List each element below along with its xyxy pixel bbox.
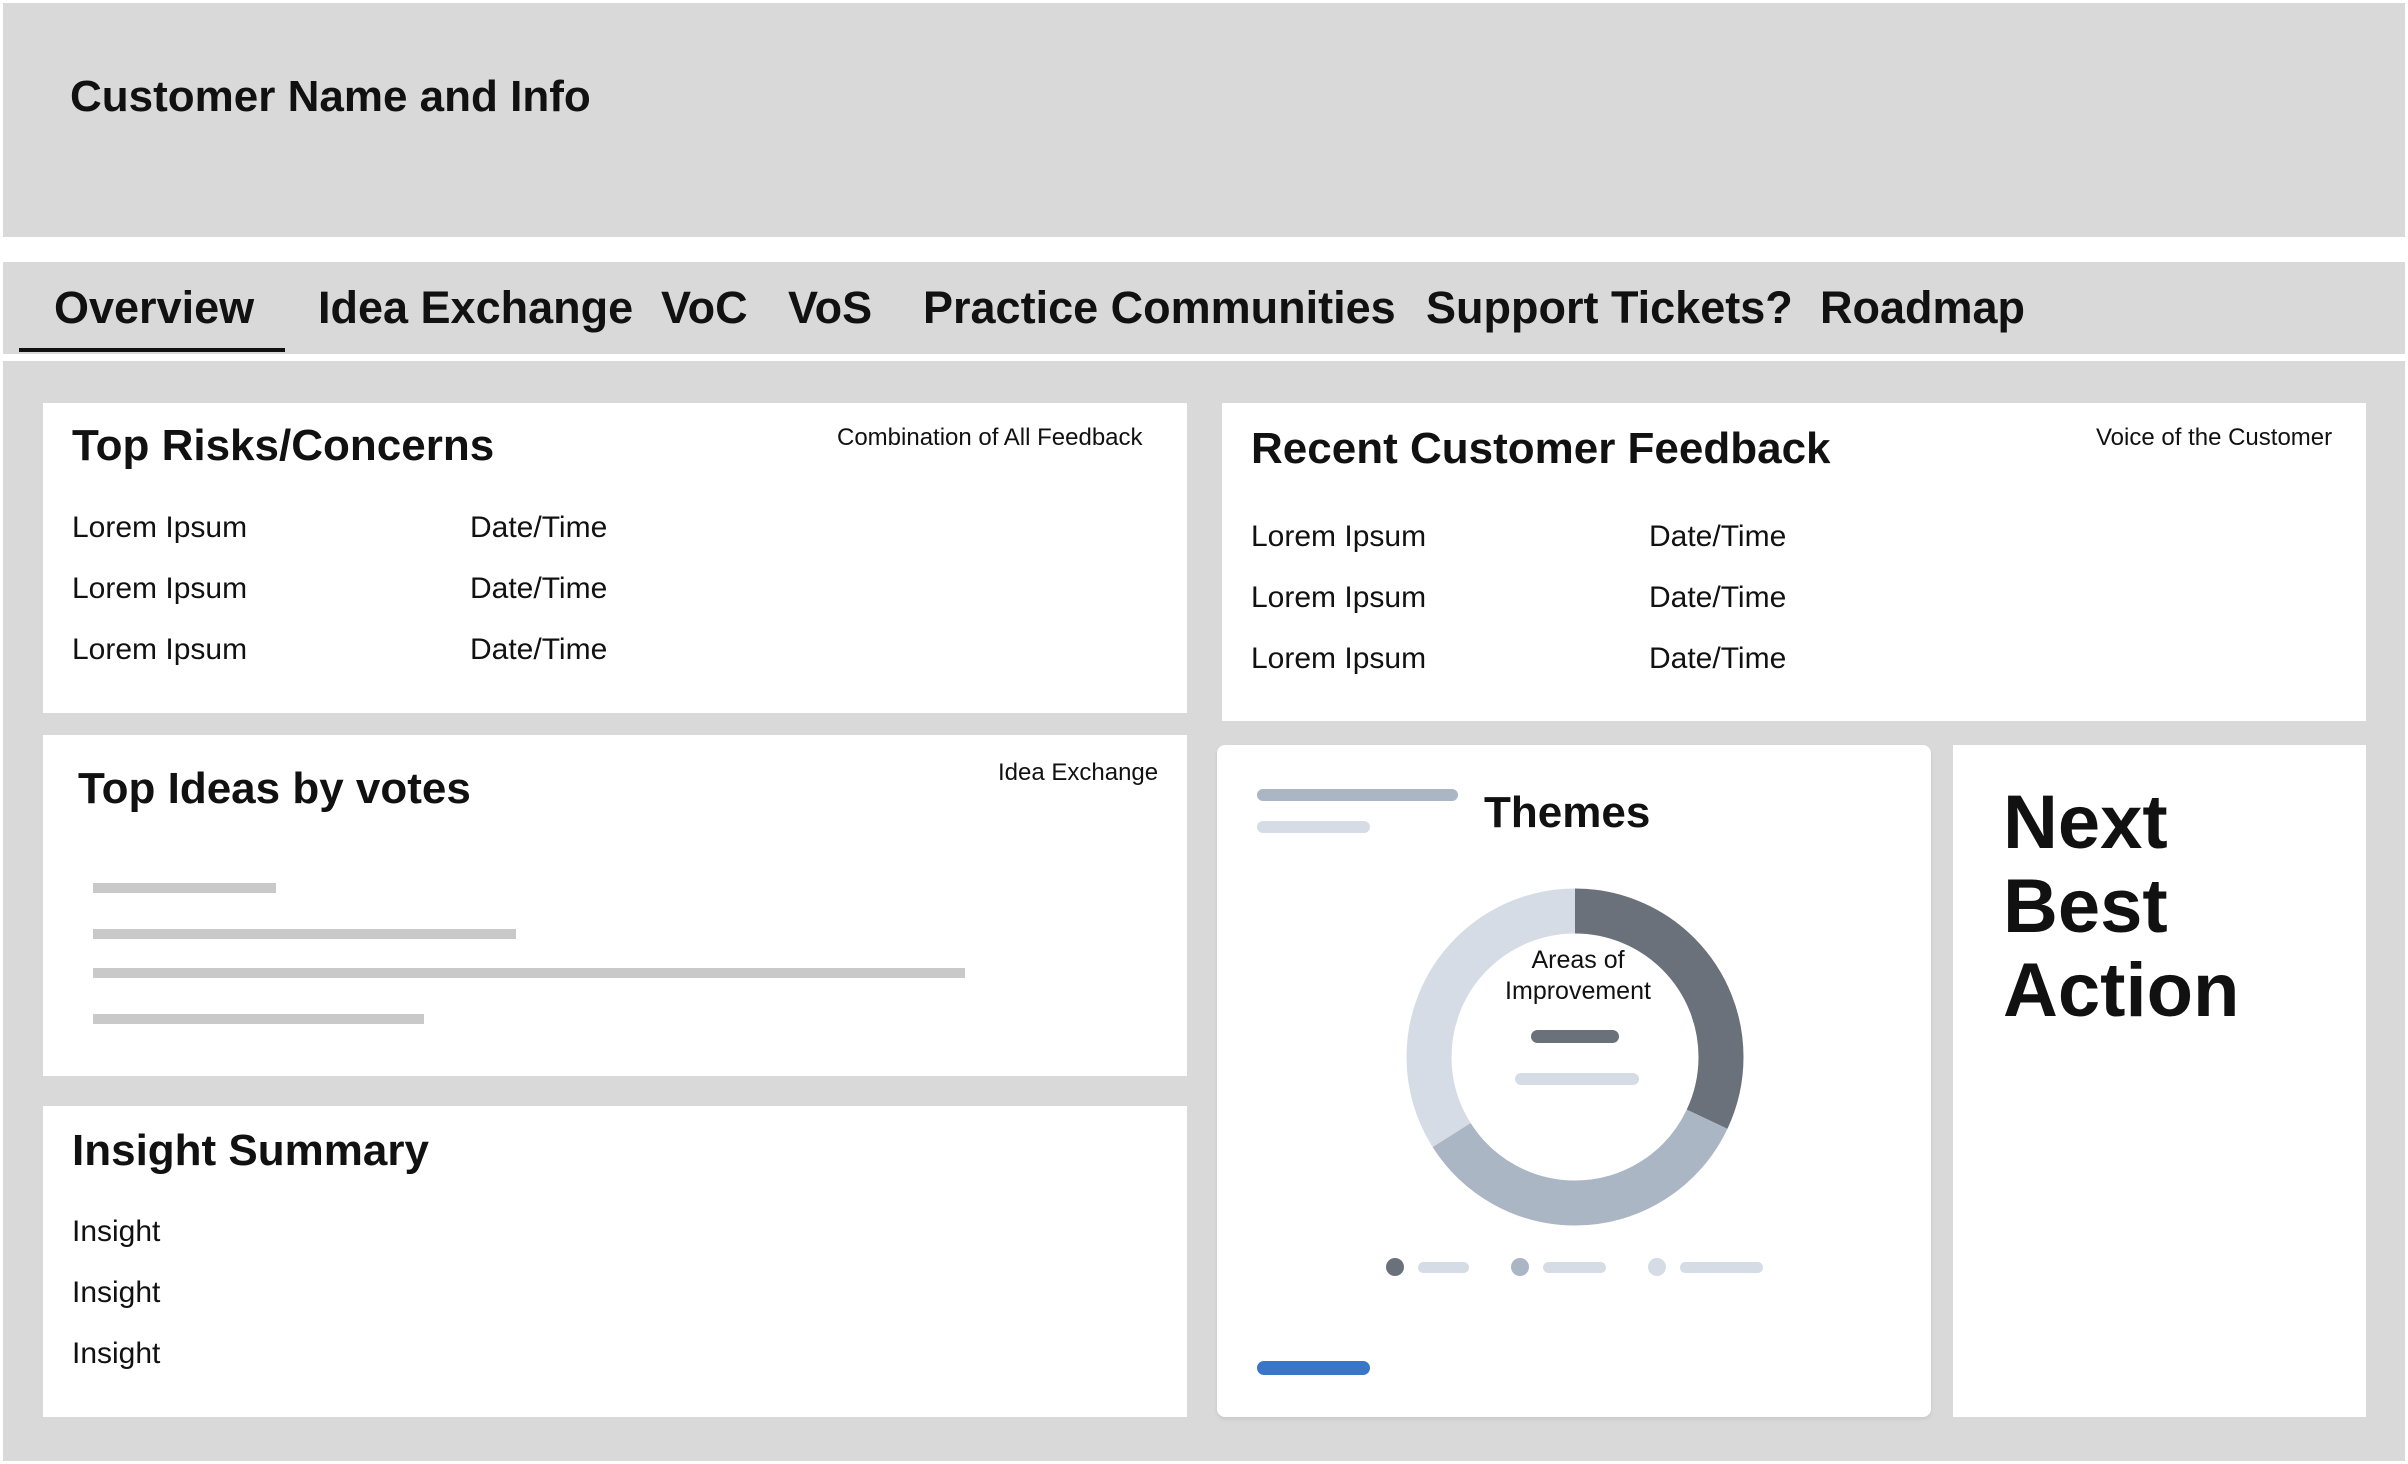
recent-feedback-title: Recent Customer Feedback bbox=[1251, 424, 1831, 473]
legend-dot bbox=[1386, 1258, 1404, 1276]
tab-roadmap[interactable]: Roadmap bbox=[1820, 282, 2025, 334]
feedback-date: Date/Time bbox=[1649, 520, 1787, 553]
tab-voc[interactable]: VoC bbox=[661, 282, 748, 334]
idea-vote-bar[interactable] bbox=[93, 883, 276, 893]
top-ideas-source-note: Idea Exchange bbox=[998, 759, 1159, 786]
customer-name-title: Customer Name and Info bbox=[70, 72, 591, 121]
feedback-date: Date/Time bbox=[1649, 581, 1787, 614]
insight-item[interactable]: Insight bbox=[72, 1215, 160, 1249]
legend-dot bbox=[1648, 1258, 1666, 1276]
legend-dot bbox=[1511, 1258, 1529, 1276]
feedback-item[interactable]: Lorem Ipsum bbox=[1251, 642, 1426, 676]
donut-center-label: Areas of Improvement bbox=[1505, 946, 1651, 1005]
top-risks-source-note: Combination of All Feedback bbox=[837, 424, 1143, 451]
insight-summary-title: Insight Summary bbox=[72, 1126, 429, 1175]
themes-action-link[interactable] bbox=[1257, 1361, 1370, 1375]
feedback-item[interactable]: Lorem Ipsum bbox=[1251, 581, 1426, 615]
risk-item[interactable]: Lorem Ipsum bbox=[72, 511, 247, 545]
idea-vote-bar[interactable] bbox=[93, 929, 516, 939]
next-best-action-title: Next Best Action bbox=[2003, 781, 2239, 1033]
feedback-date: Date/Time bbox=[1649, 642, 1787, 675]
themes-caption-placeholder bbox=[1257, 821, 1370, 833]
feedback-item[interactable]: Lorem Ipsum bbox=[1251, 520, 1426, 554]
idea-vote-bar[interactable] bbox=[93, 968, 965, 978]
tab-overview[interactable]: Overview bbox=[54, 282, 254, 334]
top-risks-title: Top Risks/Concerns bbox=[72, 421, 495, 470]
risk-item[interactable]: Lorem Ipsum bbox=[72, 633, 247, 667]
risk-date: Date/Time bbox=[470, 572, 608, 605]
next-best-action-line: Next bbox=[2003, 780, 2168, 865]
insight-item[interactable]: Insight bbox=[72, 1276, 160, 1310]
recent-feedback-source-note: Voice of the Customer bbox=[2096, 424, 2333, 451]
tab-support-tickets[interactable]: Support Tickets? bbox=[1426, 282, 1793, 334]
themes-donut-chart bbox=[1406, 888, 1744, 1226]
insight-item[interactable]: Insight bbox=[72, 1337, 160, 1371]
donut-center-caption-placeholder bbox=[1515, 1073, 1639, 1085]
next-best-action-line: Best bbox=[2003, 864, 2168, 949]
themes-title: Themes bbox=[1484, 788, 1651, 837]
top-ideas-title: Top Ideas by votes bbox=[78, 764, 471, 813]
donut-center-value-placeholder bbox=[1531, 1030, 1619, 1043]
tab-vos[interactable]: VoS bbox=[788, 282, 872, 334]
legend-label-placeholder bbox=[1543, 1262, 1606, 1273]
tab-practice-communities[interactable]: Practice Communities bbox=[923, 282, 1396, 334]
risk-date: Date/Time bbox=[470, 511, 608, 544]
themes-subtitle-placeholder bbox=[1257, 789, 1458, 801]
next-best-action-line: Action bbox=[2003, 948, 2240, 1033]
legend-label-placeholder bbox=[1418, 1262, 1469, 1273]
legend-label-placeholder bbox=[1680, 1262, 1763, 1273]
risk-date: Date/Time bbox=[470, 633, 608, 666]
active-tab-indicator bbox=[19, 348, 285, 352]
idea-vote-bar[interactable] bbox=[93, 1014, 424, 1024]
risk-item[interactable]: Lorem Ipsum bbox=[72, 572, 247, 606]
tab-idea-exchange[interactable]: Idea Exchange bbox=[318, 282, 633, 334]
